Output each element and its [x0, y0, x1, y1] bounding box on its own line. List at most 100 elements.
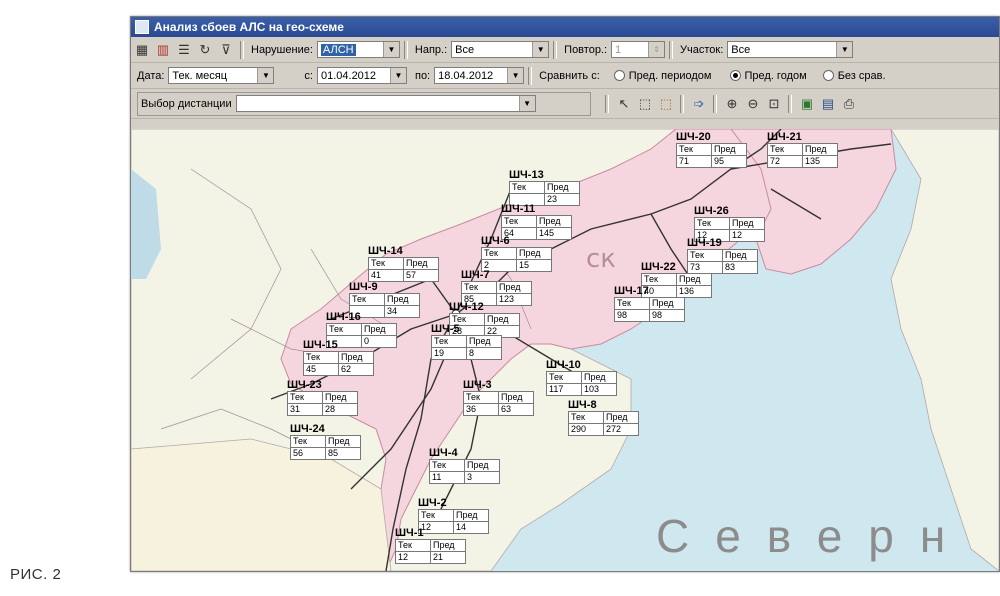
station-col-current: Тек	[418, 509, 454, 522]
station-col-current: Тек	[687, 249, 723, 262]
station-col-current: Тек	[509, 181, 545, 194]
station-col-previous: Пред	[338, 351, 374, 364]
list-icon[interactable]: ☰	[174, 40, 194, 60]
separator	[713, 94, 717, 113]
station-col-previous: Пред	[453, 509, 489, 522]
chevron-down-icon[interactable]: ▼	[389, 68, 406, 83]
station-sign[interactable]: ШЧ-23 Тек Пред 31 28	[287, 379, 358, 416]
from-date-value: 01.04.2012	[320, 69, 377, 82]
window-titlebar[interactable]: Анализ сбоев АЛС на гео-схеме	[131, 17, 999, 37]
station-code: ШЧ-13	[509, 169, 544, 181]
radio-prev-year[interactable]: Пред. годом	[729, 70, 807, 82]
station-col-current: Тек	[767, 143, 803, 156]
select-area-icon[interactable]: ⬚	[635, 94, 655, 114]
pointer-icon[interactable]: ↖	[614, 94, 634, 114]
geo-map[interactable]: ск Северн ШЧ-20 Тек Пред 71 95 ШЧ-21 Тек Пред 72…	[131, 128, 999, 571]
zoom-fit-icon[interactable]: ⊡	[764, 94, 784, 114]
station-stats-table: Тек Пред 117 103	[546, 371, 617, 396]
select-multi-icon[interactable]: ⬚	[656, 94, 676, 114]
station-col-previous: Пред	[802, 143, 838, 156]
refresh-icon[interactable]: ↻	[195, 40, 215, 60]
station-code: ШЧ-16	[326, 311, 361, 323]
direction-select[interactable]: Все ▼	[451, 41, 550, 58]
radio-prev-period-label: Пред. периодом	[628, 69, 712, 82]
chart-icon[interactable]: ▥	[153, 40, 173, 60]
station-value-current: 98	[614, 309, 650, 322]
station-sign[interactable]: ШЧ-24 Тек Пред 56 85	[290, 423, 361, 460]
radio-prev-period[interactable]: Пред. периодом	[613, 69, 712, 82]
chevron-down-icon[interactable]: ▼	[532, 42, 549, 57]
station-sign[interactable]: ШЧ-8 Тек Пред 290 272	[568, 399, 639, 436]
chevron-down-icon[interactable]: ▼	[836, 42, 853, 57]
station-sign[interactable]: ШЧ-5 Тек Пред 19 8	[431, 323, 502, 360]
station-code: ШЧ-6	[481, 235, 510, 247]
station-value-previous: 3	[464, 471, 500, 484]
station-sign[interactable]: ШЧ-14 Тек Пред 41 57	[368, 245, 439, 282]
station-value-previous: 272	[603, 423, 639, 436]
station-col-current: Тек	[481, 247, 517, 260]
to-date-picker[interactable]: 18.04.2012 ▼	[434, 67, 525, 84]
spin-arrows-icon[interactable]: ⇕	[648, 42, 665, 57]
section-select[interactable]: Все ▼	[727, 41, 854, 58]
radio-dot-icon	[822, 70, 834, 81]
separator	[788, 94, 792, 113]
chevron-down-icon[interactable]: ▼	[518, 96, 535, 111]
station-stats-table: Тек Пред 71 95	[676, 143, 747, 168]
zoom-out-icon[interactable]: ⊖	[743, 94, 763, 114]
station-sign[interactable]: ШЧ-4 Тек Пред 11 3	[429, 447, 500, 484]
station-sign[interactable]: ШЧ-3 Тек Пред 36 63	[463, 379, 534, 416]
station-code: ШЧ-2	[418, 497, 447, 509]
export-icon[interactable]: ▣	[797, 94, 817, 114]
station-sign[interactable]: ШЧ-21 Тек Пред 72 135	[767, 131, 838, 168]
station-sign[interactable]: ШЧ-6 Тек Пред 2 15	[481, 235, 552, 272]
station-code: ШЧ-24	[290, 423, 325, 435]
repeat-stepper[interactable]: 1 ⇕	[611, 41, 666, 58]
distance-select[interactable]: ▼	[235, 95, 536, 112]
to-label: по:	[414, 69, 431, 82]
station-code: ШЧ-9	[349, 281, 378, 293]
separator	[528, 66, 533, 85]
station-sign[interactable]: ШЧ-17 Тек Пред 98 98	[614, 285, 685, 322]
station-value-current: 19	[431, 347, 467, 360]
station-code: ШЧ-1	[395, 527, 424, 539]
from-date-picker[interactable]: 01.04.2012 ▼	[316, 67, 407, 84]
radio-none[interactable]: Без срав.	[822, 70, 886, 82]
station-stats-table: Тек Пред 45 62	[303, 351, 374, 376]
station-col-current: Тек	[614, 297, 650, 310]
station-code: ШЧ-26	[694, 205, 729, 217]
repeat-value: 1	[615, 43, 622, 56]
station-code: ШЧ-17	[614, 285, 649, 297]
save-icon[interactable]: ▤	[818, 94, 838, 114]
radio-dot-checked-icon	[729, 70, 741, 81]
grid-icon[interactable]: ▦	[132, 40, 152, 60]
station-code: ШЧ-12	[449, 301, 484, 313]
print-icon[interactable]: ⎙	[839, 94, 859, 114]
station-sign[interactable]: ШЧ-13 Тек Пред 23	[509, 169, 580, 206]
separator	[680, 94, 684, 113]
station-stats-table: Тек Пред 56 85	[290, 435, 361, 460]
chevron-down-icon[interactable]: ▼	[382, 42, 399, 57]
from-label: с:	[304, 69, 313, 82]
station-sign[interactable]: ШЧ-1 Тек Пред 12 21	[395, 527, 466, 564]
station-sign[interactable]: ШЧ-20 Тек Пред 71 95	[676, 131, 747, 168]
station-sign[interactable]: ШЧ-10 Тек Пред 117 103	[546, 359, 617, 396]
station-col-current: Тек	[461, 281, 497, 294]
filter-icon[interactable]: ⊽	[216, 40, 236, 60]
separator	[553, 40, 558, 59]
station-col-current: Тек	[326, 323, 362, 336]
station-code: ШЧ-7	[461, 269, 490, 281]
zoom-in-icon[interactable]: ⊕	[722, 94, 742, 114]
station-code: ШЧ-5	[431, 323, 460, 335]
station-value-current: 117	[546, 383, 582, 396]
station-value-previous: 57	[403, 269, 439, 282]
station-col-previous: Пред	[649, 297, 685, 310]
chevron-down-icon[interactable]: ▼	[507, 68, 524, 83]
repeat-label: Повтор.:	[564, 43, 608, 56]
station-value-current: 36	[463, 403, 499, 416]
period-select[interactable]: Тек. месяц ▼	[168, 67, 275, 84]
station-col-previous: Пред	[464, 459, 500, 472]
violation-select[interactable]: АЛСН ▼	[316, 41, 400, 58]
pan-icon[interactable]: ➩	[689, 94, 709, 114]
station-sign[interactable]: ШЧ-15 Тек Пред 45 62	[303, 339, 374, 376]
chevron-down-icon[interactable]: ▼	[257, 68, 274, 83]
